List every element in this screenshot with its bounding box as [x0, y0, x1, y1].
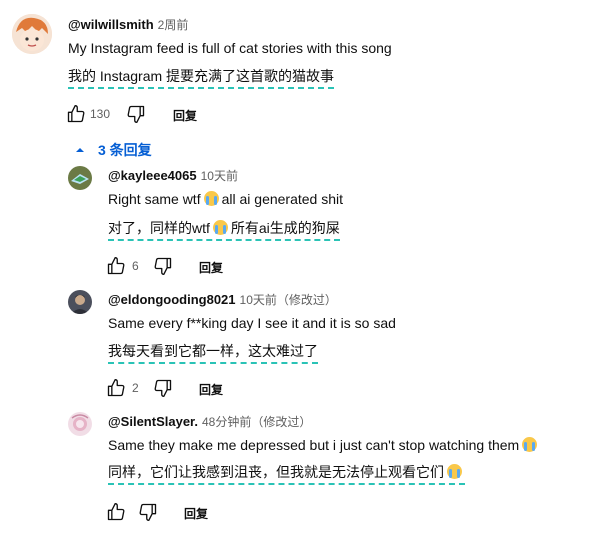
like-count: 2	[132, 381, 139, 395]
dislike-button[interactable]	[126, 104, 146, 124]
reply-text: Same every f**king day I see it and it i…	[108, 315, 396, 331]
reply-translation: 对了，同样的wtf 所有ai生成的狗屎	[108, 219, 340, 241]
thumbs-up-icon	[106, 378, 126, 398]
avatar[interactable]	[68, 412, 92, 436]
reply-time[interactable]: 10天前	[201, 169, 238, 183]
thumbs-down-icon	[153, 378, 173, 398]
reply-text: Same they make me depressed but i just c…	[108, 436, 540, 454]
comment-text: My Instagram feed is full of cat stories…	[68, 40, 392, 56]
avatar[interactable]	[68, 290, 92, 314]
crying-face-icon	[522, 437, 538, 452]
reply-text: Right same wtf all ai generated shit	[108, 191, 344, 207]
reply-author[interactable]: @kayleee4065 10天前	[108, 167, 238, 184]
thumbs-up-icon	[106, 256, 126, 276]
like-count: 130	[90, 107, 111, 121]
thumbs-down-icon	[153, 256, 173, 276]
like-button[interactable]: 130	[66, 104, 110, 124]
reply-translation: 我每天看到它都一样，这太难过了	[108, 342, 318, 364]
like-button[interactable]	[106, 502, 126, 522]
comment-translation: 我的 Instagram 提要充满了这首歌的猫故事	[68, 67, 335, 89]
thumbs-down-icon	[138, 502, 158, 522]
avatar[interactable]	[12, 14, 52, 54]
reply-time[interactable]: 48分钟前（修改过）	[202, 415, 311, 429]
caret-up-icon	[74, 144, 86, 156]
dislike-button[interactable]	[153, 378, 173, 398]
comment-time[interactable]: 2周前	[158, 18, 189, 32]
reply-author[interactable]: @SilentSlayer. 48分钟前（修改过）	[108, 413, 311, 430]
comment-author[interactable]: @wilwillsmith 2周前	[68, 16, 188, 33]
reply-author[interactable]: @eldongooding8021 10天前（修改过）	[108, 291, 337, 308]
crying-face-icon	[447, 464, 462, 479]
reply-translation: 同样，它们让我感到沮丧，但我就是无法停止观看它们	[108, 463, 465, 485]
like-button[interactable]: 2	[106, 378, 139, 398]
thumbs-up-icon	[106, 502, 126, 522]
reply-time[interactable]: 10天前（修改过）	[240, 293, 337, 307]
dislike-button[interactable]	[153, 256, 173, 276]
replies-toggle[interactable]: 3 条回复	[74, 140, 152, 160]
reply-button[interactable]: 回复	[199, 381, 223, 398]
crying-face-icon	[212, 220, 228, 235]
thumbs-down-icon	[126, 104, 146, 124]
crying-face-icon	[203, 191, 219, 206]
reply-button[interactable]: 回复	[199, 259, 223, 276]
avatar[interactable]	[68, 166, 92, 190]
reply-button[interactable]: 回复	[184, 505, 208, 522]
replies-count-label: 3 条回复	[98, 142, 152, 158]
like-button[interactable]: 6	[106, 256, 139, 276]
dislike-button[interactable]	[138, 502, 158, 522]
reply-button[interactable]: 回复	[173, 107, 197, 124]
like-count: 6	[132, 259, 139, 273]
thumbs-up-icon	[66, 104, 86, 124]
